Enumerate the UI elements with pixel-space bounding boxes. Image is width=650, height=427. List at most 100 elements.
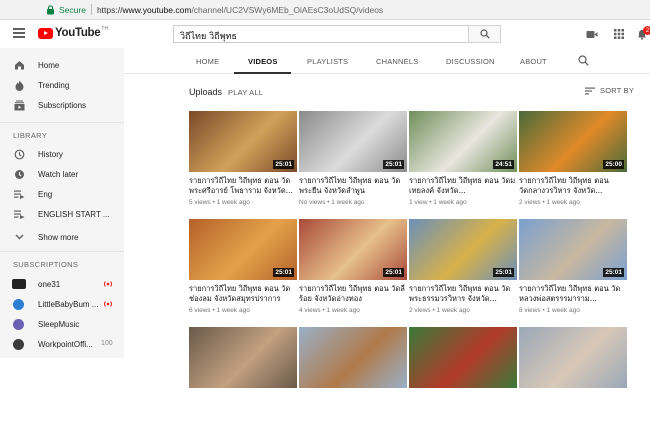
sidebar-divider <box>0 122 124 123</box>
subscription-label: one31 <box>38 279 61 289</box>
sidebar-item-watch-later[interactable]: Watch later <box>0 164 124 184</box>
lock-icon <box>44 4 56 16</box>
sort-by-button[interactable]: SORT BY <box>585 86 634 95</box>
video-duration: 25:01 <box>383 268 404 277</box>
tab-videos[interactable]: VIDEOS <box>248 48 278 74</box>
play-all-button[interactable]: PLAY ALL <box>228 88 263 97</box>
channel-search-icon[interactable] <box>578 55 589 66</box>
video-duration: 25:00 <box>603 160 624 169</box>
sidebar-item-label: Home <box>38 60 60 70</box>
sidebar-item-subscriptions[interactable]: Subscriptions <box>0 95 124 115</box>
video-card[interactable]: 24:51 รายการวิถีไทย วิถีพุทธ ตอน วัดมเทยล… <box>409 111 517 211</box>
sidebar-item-label: History <box>38 149 63 159</box>
library-heading: LIBRARY <box>13 131 48 140</box>
video-card[interactable] <box>409 327 517 427</box>
subscriptions-heading: SUBSCRIPTIONS <box>13 260 79 269</box>
video-card[interactable]: 25:01 รายการวิถีไทย วิถีพุทธ ตอน วัดช่องล… <box>189 219 297 319</box>
menu-icon[interactable] <box>13 28 25 38</box>
video-thumbnail[interactable]: 25:01 <box>299 219 407 280</box>
sidebar-item-playlist-english-start[interactable]: ENGLISH START ... <box>0 204 124 224</box>
video-title[interactable]: รายการวิถีไทย วิถีพุทธ ตอน วัดพระธรรมวรว… <box>409 284 517 304</box>
video-thumbnail[interactable]: 25:01 <box>519 219 627 280</box>
channel-avatar <box>13 339 24 350</box>
uploads-heading: Uploads <box>189 87 223 97</box>
subscription-label: WorkpointOffi... <box>38 339 93 349</box>
live-broadcast-icon <box>103 301 113 307</box>
sidebar-item-history[interactable]: History <box>0 144 124 164</box>
video-duration: 25:01 <box>273 160 294 169</box>
history-icon <box>13 148 25 160</box>
video-card[interactable] <box>299 327 407 427</box>
video-duration: 24:51 <box>493 160 514 169</box>
video-card[interactable]: 25:00 รายการวิถีไทย วิถีพุทธ ตอน วัดกลางว… <box>519 111 627 211</box>
url-path: /channel/UC2VSWy6MEb_OiAEsC3oUdSQ/videos <box>191 4 384 15</box>
video-title[interactable]: รายการวิถีไทย วิถีพุทธ ตอน วัดพระยืน จัง… <box>299 176 407 196</box>
flame-icon <box>13 79 25 91</box>
subscription-item[interactable]: one31 <box>0 274 124 294</box>
video-card[interactable]: 25:01 รายการวิถีไทย วิถีพุทธ ตอน วัดพระยื… <box>299 111 407 211</box>
play-logo-icon <box>38 27 53 39</box>
video-thumbnail[interactable]: 25:01 <box>299 111 407 172</box>
video-duration: 25:01 <box>273 268 294 277</box>
apps-grid-icon[interactable] <box>613 28 625 40</box>
playlist-icon <box>13 208 25 220</box>
live-broadcast-icon <box>103 281 113 287</box>
browser-address-bar[interactable]: Secure https://www.youtube.com/channel/U… <box>0 0 650 20</box>
search-button[interactable] <box>468 25 501 43</box>
video-title[interactable]: รายการวิถีไทย วิถีพุทธ ตอน วัดกลางวรวิหา… <box>519 176 627 196</box>
subscriptions-icon <box>13 99 25 111</box>
channel-avatar <box>13 299 24 310</box>
video-meta: 6 views • 1 week ago <box>189 307 250 314</box>
video-title[interactable]: รายการวิถีไทย วิถีพุทธ ตอน วัดช่องลม จัง… <box>189 284 297 304</box>
playlist-icon <box>13 188 25 200</box>
sidebar-item-home[interactable]: Home <box>0 55 124 75</box>
subscription-item[interactable]: SleepMusic <box>0 314 124 334</box>
sidebar-show-more[interactable]: Show more <box>0 227 124 247</box>
create-video-icon[interactable] <box>586 28 598 40</box>
video-thumbnail[interactable]: 25:00 <box>519 111 627 172</box>
video-card[interactable]: 25:01 รายการวิถีไทย วิถีพุทธ ตอน วัดพระธร… <box>409 219 517 319</box>
tab-channels[interactable]: CHANNELS <box>376 48 418 74</box>
sidebar-item-trending[interactable]: Trending <box>0 75 124 95</box>
subscription-item[interactable]: LittleBabyBum ... <box>0 294 124 314</box>
video-meta: 8 views • 1 week ago <box>519 307 580 314</box>
video-thumbnail[interactable]: 25:01 <box>189 219 297 280</box>
chevron-down-icon <box>13 231 25 243</box>
secure-label: Secure <box>59 4 86 15</box>
youtube-logo[interactable]: YouTube TH <box>38 26 109 39</box>
tab-about[interactable]: ABOUT <box>520 48 547 74</box>
tab-playlists[interactable]: PLAYLISTS <box>307 48 348 74</box>
subscription-item[interactable]: WorkpointOffi... 100 <box>0 334 124 354</box>
video-meta: 2 views • 1 week ago <box>519 199 580 206</box>
sidebar-item-playlist-eng[interactable]: Eng <box>0 184 124 204</box>
logo-region: TH <box>101 26 109 32</box>
subscription-new-count: 100 <box>101 340 113 347</box>
video-card[interactable]: 25:01 รายการวิถีไทย วิถีพุทธ ตอน วัดหลวงพ… <box>519 219 627 319</box>
video-card[interactable] <box>519 327 627 427</box>
url-host: www.youtube.com <box>122 4 192 15</box>
sidebar-item-label: Show more <box>38 232 79 242</box>
video-card[interactable] <box>189 327 297 427</box>
video-duration: 25:01 <box>493 268 514 277</box>
video-thumbnail[interactable]: 25:01 <box>189 111 297 172</box>
url-text[interactable]: https://www.youtube.com/channel/UC2VSWy6… <box>97 5 383 15</box>
search-input[interactable]: วิถีไทย วิถีพุทธ <box>173 25 468 43</box>
tab-discussion[interactable]: DISCUSSION <box>446 48 495 74</box>
video-meta: 1 view • 1 week ago <box>409 199 467 206</box>
sort-by-label: SORT BY <box>600 86 635 95</box>
video-thumbnail[interactable]: 24:51 <box>409 111 517 172</box>
notification-count-badge: 2 <box>643 26 650 35</box>
clock-icon <box>13 168 25 180</box>
tab-home[interactable]: HOME <box>196 48 219 74</box>
video-thumbnail[interactable]: 25:01 <box>409 219 517 280</box>
video-card[interactable]: 25:01 รายการวิถีไทย วิถีพุทธ ตอน วัดลี่ร้… <box>299 219 407 319</box>
home-icon <box>13 59 25 71</box>
masthead: YouTube TH วิถีไทย วิถีพุทธ 2 <box>0 20 650 48</box>
video-card[interactable]: 25:01 รายการวิถีไทย วิถีพุทธ ตอน วัดพระศร… <box>189 111 297 211</box>
video-title[interactable]: รายการวิถีไทย วิถีพุทธ ตอน วัดพระศรีอารย… <box>189 176 297 196</box>
video-title[interactable]: รายการวิถีไทย วิถีพุทธ ตอน วัดหลวงพ่อสตร… <box>519 284 627 304</box>
video-title[interactable]: รายการวิถีไทย วิถีพุทธ ตอน วัดมเทยลงค์ จ… <box>409 176 517 196</box>
channel-avatar <box>13 319 24 330</box>
sort-icon <box>585 87 595 94</box>
video-title[interactable]: รายการวิถีไทย วิถีพุทธ ตอน วัดลี่ร้อย จั… <box>299 284 407 304</box>
